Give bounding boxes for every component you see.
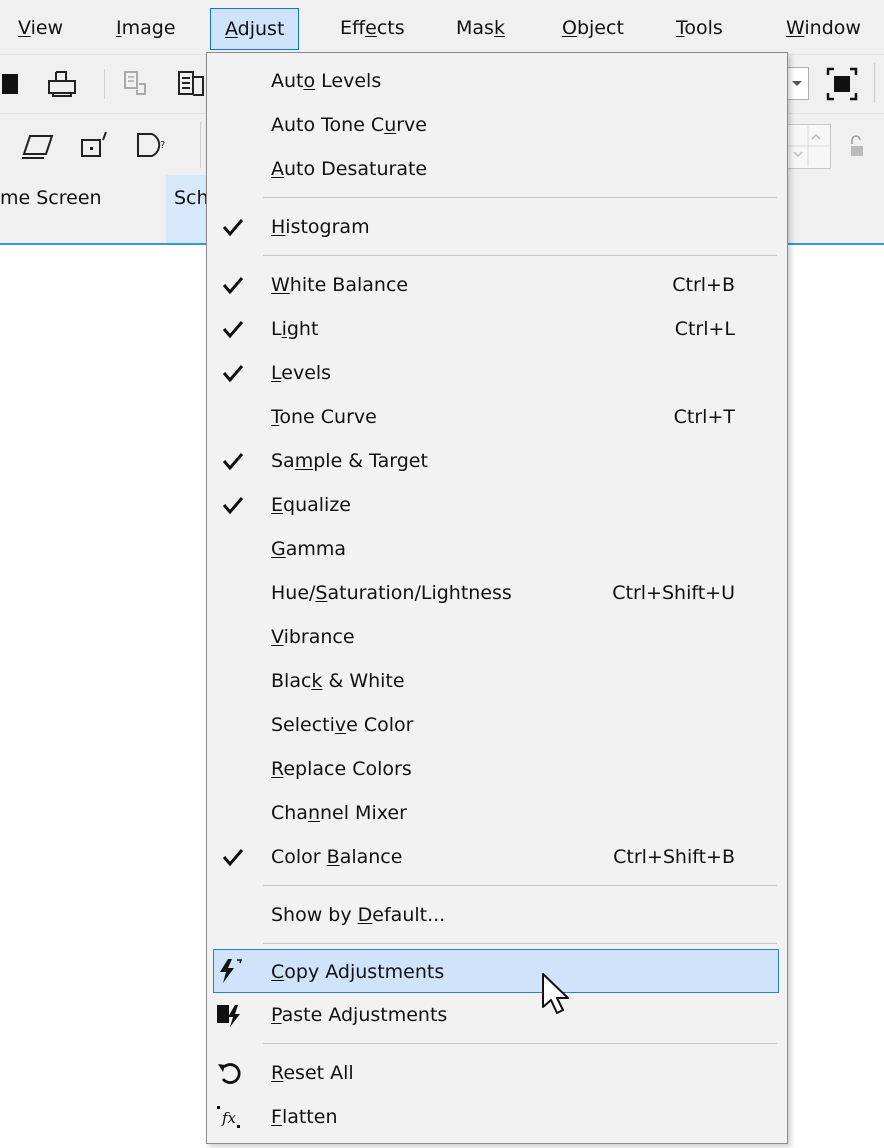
menu-item-label: Copy Adjustments [271, 961, 445, 983]
paste-icon[interactable] [176, 69, 206, 99]
menu-adjust[interactable]: Adjust [210, 8, 300, 50]
menu-item-vibrance[interactable]: Vibrance [207, 615, 787, 659]
menu-item-selective-color[interactable]: Selective Color [207, 703, 787, 747]
menu-mask[interactable]: Mask [456, 0, 505, 54]
menu-item-label: Auto Desaturate [271, 158, 428, 180]
menu-item-label: Auto Tone Curve [271, 114, 427, 136]
reset-icon [218, 1063, 241, 1084]
menu-item-label: Color Balance [271, 846, 403, 868]
menu-tools[interactable]: Tools [676, 0, 723, 54]
menu-item-color-balance[interactable]: Color Balance Ctrl+Shift+B [207, 835, 787, 879]
menu-item-label: Flatten [271, 1106, 338, 1128]
menu-item-label: Sample & Target [271, 450, 428, 472]
menu-item-label: Vibrance [271, 626, 355, 648]
menu-item-sample-target[interactable]: Sample & Target [207, 439, 787, 483]
menu-item-show-by-default[interactable]: Show by Default... [207, 893, 787, 937]
shortcut-text: Ctrl+L [674, 318, 735, 340]
menu-item-equalize[interactable]: Equalize [207, 483, 787, 527]
toolbar-separator [200, 122, 201, 168]
menu-item-label: Levels [271, 362, 332, 384]
svg-text:?: ? [160, 140, 165, 151]
menu-item-black-white[interactable]: Black & White [207, 659, 787, 703]
shortcut-text: Ctrl+Shift+B [613, 846, 735, 868]
menu-item-hue-saturation-lightness[interactable]: Hue/Saturation/Lightness Ctrl+Shift+U [207, 571, 787, 615]
menu-item-label: Black & White [271, 670, 405, 692]
menu-item-label: Gamma [271, 538, 347, 560]
menu-bar: View Image Adjust Effects Mask Object To… [0, 0, 884, 55]
menu-item-label: Histogram [271, 216, 370, 238]
menu-item-levels[interactable]: Levels [207, 351, 787, 395]
menu-item-label: Show by Default... [271, 904, 446, 926]
tab-welcome-screen[interactable]: me Screen [0, 175, 172, 243]
toolbar-separator [874, 63, 875, 103]
perspective-icon[interactable] [18, 132, 58, 162]
menu-item-channel-mixer[interactable]: Channel Mixer [207, 791, 787, 835]
menu-item-auto-levels[interactable]: Auto Levels [207, 59, 787, 103]
checkmark-icon [222, 219, 244, 237]
shape-icon[interactable]: ? [132, 126, 178, 162]
checkmark-icon [222, 277, 244, 295]
transform-icon[interactable] [78, 126, 118, 162]
menu-item-label: White Balance [271, 274, 409, 296]
menu-separator [263, 1043, 777, 1044]
save-icon[interactable] [0, 71, 22, 97]
menu-item-label: Paste Adjustments [271, 1004, 448, 1026]
menu-separator [263, 255, 777, 256]
menu-item-reset-all[interactable]: Reset All [207, 1051, 787, 1095]
menu-item-auto-desaturate[interactable]: Auto Desaturate [207, 147, 787, 191]
shortcut-text: Ctrl+Shift+U [612, 582, 735, 604]
fit-window-icon[interactable] [826, 67, 858, 101]
menu-image[interactable]: Image [116, 0, 176, 54]
menu-item-label: Selective Color [271, 714, 414, 736]
menu-item-auto-tone-curve[interactable]: Auto Tone Curve [207, 103, 787, 147]
dropdown-arrow-icon[interactable] [786, 67, 810, 101]
menu-item-light[interactable]: Light Ctrl+L [207, 307, 787, 351]
checkmark-icon [222, 849, 244, 867]
menu-separator [263, 943, 777, 944]
menu-item-paste-adjustments[interactable]: Paste Adjustments [207, 993, 787, 1037]
menu-object[interactable]: Object [562, 0, 624, 54]
menu-effects[interactable]: Effects [340, 0, 405, 54]
spin-up-icon[interactable] [786, 124, 832, 170]
menu-item-label: Replace Colors [271, 758, 412, 780]
menu-view[interactable]: View [18, 0, 63, 54]
menu-separator [263, 885, 777, 886]
adjust-menu: Auto Levels Auto Tone Curve Auto Desatur… [206, 52, 788, 1144]
paste-adjustments-icon [217, 1005, 240, 1027]
lock-icon[interactable] [848, 134, 868, 160]
menu-item-label: Channel Mixer [271, 802, 407, 824]
copy-merged-icon[interactable] [122, 69, 150, 99]
menu-item-label: Equalize [271, 494, 351, 516]
menu-item-label: Tone Curve [271, 406, 377, 428]
mouse-cursor-icon [542, 973, 569, 1014]
tab-label: Sch [174, 187, 209, 209]
menu-item-label: Auto Levels [271, 70, 382, 92]
menu-item-flatten[interactable]: fx Flatten [207, 1095, 787, 1139]
menu-separator [263, 197, 777, 198]
menu-item-label: Hue/Saturation/Lightness [271, 582, 512, 604]
menu-window[interactable]: Window [786, 0, 861, 54]
checkmark-icon [222, 321, 244, 339]
flatten-icon: fx [217, 1106, 240, 1128]
menu-item-label: Light [271, 318, 319, 340]
menu-item-tone-curve[interactable]: Tone Curve Ctrl+T [207, 395, 787, 439]
copy-adjustments-icon [220, 959, 243, 983]
checkmark-icon [222, 497, 244, 515]
svg-text:fx: fx [221, 1109, 237, 1127]
menu-item-copy-adjustments[interactable]: Copy Adjustments [213, 949, 779, 993]
checkmark-icon [222, 453, 244, 471]
shortcut-text: Ctrl+T [673, 406, 735, 428]
menu-item-label: Reset All [271, 1062, 354, 1084]
menu-item-gamma[interactable]: Gamma [207, 527, 787, 571]
shortcut-text: Ctrl+B [672, 274, 735, 296]
print-icon[interactable] [46, 69, 78, 99]
tab-label: me Screen [0, 187, 102, 209]
menu-item-histogram[interactable]: Histogram [207, 205, 787, 249]
menu-item-replace-colors[interactable]: Replace Colors [207, 747, 787, 791]
toolbar-separator [104, 69, 105, 99]
checkmark-icon [222, 365, 244, 383]
menu-item-white-balance[interactable]: White Balance Ctrl+B [207, 263, 787, 307]
